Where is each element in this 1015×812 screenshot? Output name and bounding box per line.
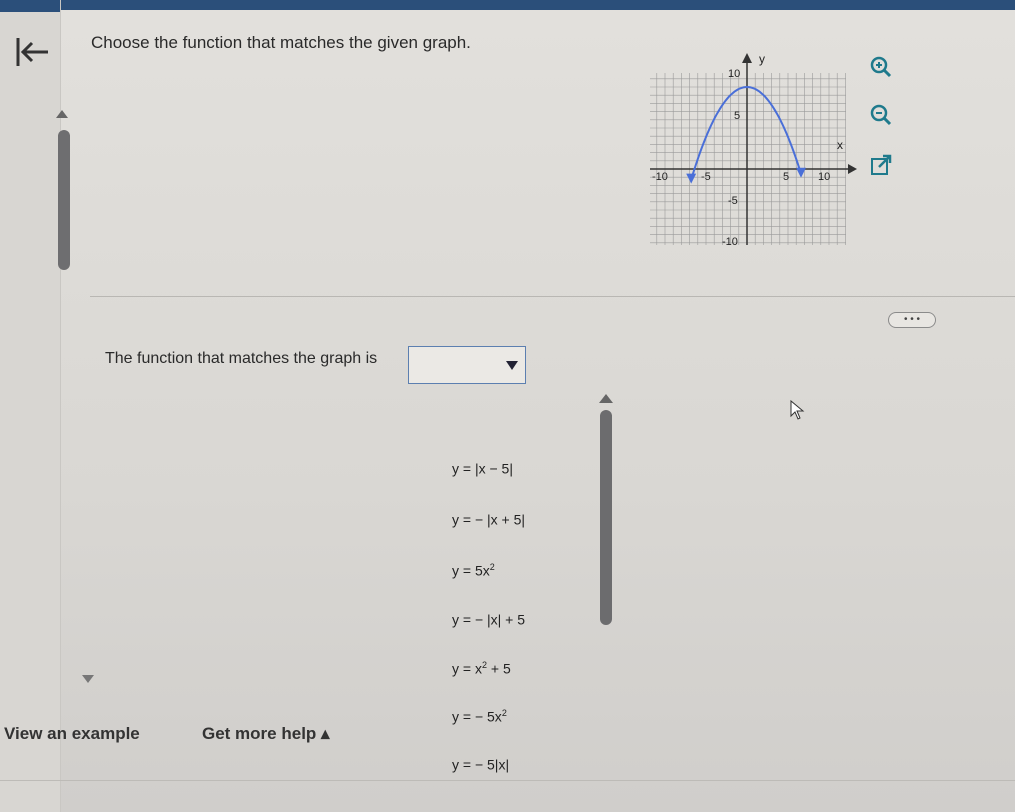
y-tick-label: -10 [722, 236, 738, 248]
zoom-in-button[interactable] [866, 52, 896, 82]
y-tick-label: 10 [728, 68, 740, 80]
expand-icon [871, 154, 892, 175]
footer-divider [0, 780, 1015, 781]
back-button[interactable] [14, 36, 50, 74]
option-item[interactable]: y = − 5x2 [452, 708, 507, 725]
y-tick-label: 5 [734, 110, 740, 122]
answer-prompt: The function that matches the graph is [105, 350, 378, 367]
left-rail-divider [60, 0, 61, 812]
x-axis-arrow [848, 164, 857, 174]
y-tick-label: -5 [728, 195, 738, 207]
expand-graph-button[interactable] [866, 150, 896, 180]
parabola-curve [690, 85, 802, 180]
get-more-help-link[interactable]: Get more help ▴ [202, 724, 330, 744]
zoom-out-button[interactable] [866, 100, 896, 130]
x-tick-label: -5 [701, 171, 711, 183]
option-item[interactable]: y = − |x + 5| [452, 511, 525, 528]
option-item[interactable]: y = − |x| + 5 [452, 611, 525, 628]
x-tick-label: 10 [818, 171, 830, 183]
option-item[interactable]: y = |x − 5| [452, 460, 513, 477]
x-axis-label: x [837, 138, 843, 152]
section-divider [90, 296, 1015, 297]
answer-dropdown[interactable] [408, 346, 526, 384]
view-example-link[interactable]: View an example [4, 724, 140, 744]
left-scroll-down-arrow[interactable] [82, 675, 94, 683]
y-axis-arrow [742, 53, 752, 63]
option-item[interactable]: y = x2 + 5 [452, 660, 511, 677]
left-scroll-up-arrow[interactable] [56, 110, 68, 118]
curve-left-arrow [686, 173, 697, 184]
option-item[interactable]: y = − 5|x| [452, 756, 509, 773]
zoom-in-icon [870, 56, 892, 78]
back-arrow-icon [16, 38, 48, 66]
question-text: Choose the function that matches the giv… [91, 33, 471, 52]
x-tick-label: -10 [652, 171, 668, 183]
dropdown-menu [406, 388, 624, 808]
y-axis-label: y [759, 52, 765, 66]
left-scrollbar-thumb[interactable] [58, 130, 70, 270]
mouse-cursor-icon [790, 400, 805, 420]
option-item[interactable]: y = 5x2 [452, 562, 495, 579]
menu-scrollbar-thumb[interactable] [600, 410, 612, 625]
zoom-out-icon [870, 104, 892, 126]
x-tick-label: 5 [783, 171, 789, 183]
menu-scroll-up-arrow[interactable] [599, 394, 613, 403]
more-options-button[interactable]: • • • [888, 312, 936, 328]
graph-grid [650, 73, 846, 245]
function-graph: y x -10 -5 5 10 10 5 -5 -10 [650, 45, 860, 250]
dropdown-arrow-icon [506, 361, 518, 370]
